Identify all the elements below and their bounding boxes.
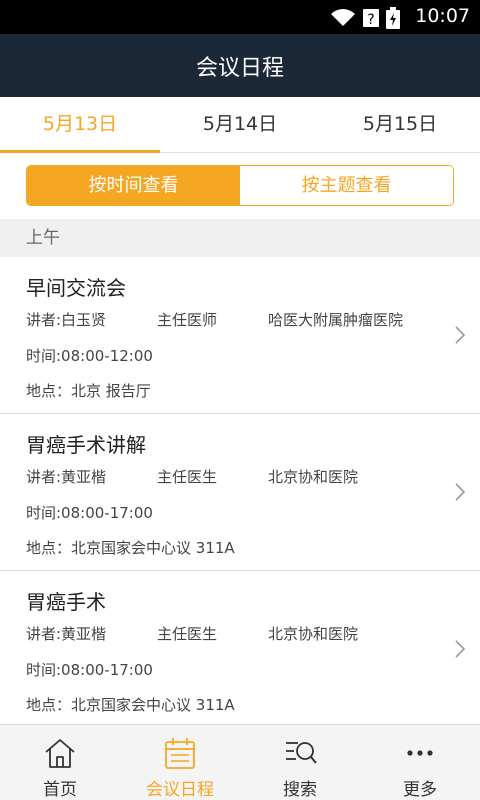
nav-schedule-label: 会议日程 (146, 780, 214, 800)
session-speaker: 讲者:黄亚楷 (26, 625, 107, 643)
session-time: 时间:08:00-17:00 (26, 661, 153, 679)
session-location: 地点：北京 报告厅 (26, 382, 151, 400)
session-time: 时间:08:00-12:00 (26, 347, 153, 365)
session-item[interactable]: 早间交流会 讲者:白玉贤 主任医师 哈医大附属肿瘤医院 时间:08:00-12:… (0, 257, 480, 414)
calendar-icon (165, 738, 195, 769)
session-organization: 北京协和医院 (268, 625, 359, 643)
chevron-right-icon (455, 640, 466, 658)
view-mode-toggle: 按时间查看 按主题查看 (26, 165, 454, 206)
battery-charging-icon (386, 7, 400, 29)
nav-home-label: 首页 (43, 780, 77, 800)
session-title: 胃癌手术讲解 (26, 433, 146, 457)
view-mode-bar: 按时间查看 按主题查看 (0, 153, 480, 219)
status-bar: ? 10:07 (0, 0, 480, 34)
home-icon (45, 739, 75, 768)
session-speaker-title: 主任医师 (157, 311, 218, 329)
nav-search-label: 搜索 (283, 780, 317, 800)
search-icon (286, 742, 317, 764)
session-title: 胃癌手术 (26, 590, 106, 614)
nav-home[interactable]: 首页 (0, 725, 120, 800)
status-icons: ? (330, 7, 400, 29)
session-title: 早间交流会 (26, 276, 126, 300)
session-item[interactable]: 胃癌手术讲解 讲者:黄亚楷 主任医生 北京协和医院 时间:08:00-17:00… (0, 414, 480, 571)
bottom-nav: 首页 会议日程 搜索 更多 (0, 724, 480, 800)
date-tabs: 5月13日 5月14日 5月15日 (0, 97, 480, 153)
session-speaker: 讲者:黄亚楷 (26, 468, 107, 486)
nav-more-label: 更多 (403, 780, 437, 800)
session-time: 时间:08:00-17:00 (26, 504, 153, 522)
chevron-right-icon (455, 483, 466, 501)
tab-date-3[interactable]: 5月15日 (320, 97, 480, 152)
title-bar: 会议日程 (0, 34, 480, 97)
view-by-topic-button[interactable]: 按主题查看 (240, 166, 453, 205)
view-by-time-button[interactable]: 按时间查看 (27, 166, 240, 205)
session-speaker-title: 主任医生 (157, 468, 218, 486)
status-time: 10:07 (415, 5, 470, 27)
session-list: 早间交流会 讲者:白玉贤 主任医师 哈医大附属肿瘤医院 时间:08:00-12:… (0, 257, 480, 728)
session-location: 地点：北京国家会中心议 311A (26, 696, 235, 714)
session-speaker-title: 主任医生 (157, 625, 218, 643)
nav-search[interactable]: 搜索 (240, 725, 360, 800)
session-organization: 北京协和医院 (268, 468, 359, 486)
session-organization: 哈医大附属肿瘤医院 (268, 311, 404, 329)
wifi-icon (331, 9, 355, 26)
section-header-morning: 上午 (0, 219, 480, 257)
tab-date-2[interactable]: 5月14日 (160, 97, 320, 152)
session-location: 地点：北京国家会中心议 311A (26, 539, 235, 557)
signal-unknown-icon: ? (363, 9, 379, 28)
nav-schedule[interactable]: 会议日程 (120, 725, 240, 800)
session-speaker: 讲者:白玉贤 (26, 311, 107, 329)
nav-more[interactable]: 更多 (360, 725, 480, 800)
session-item[interactable]: 胃癌手术 讲者:黄亚楷 主任医生 北京协和医院 时间:08:00-17:00 地… (0, 571, 480, 728)
tab-date-1[interactable]: 5月13日 (0, 97, 160, 153)
more-icon (407, 750, 433, 756)
svg-text:?: ? (367, 12, 374, 28)
chevron-right-icon (455, 326, 466, 344)
page-title: 会议日程 (195, 55, 284, 81)
